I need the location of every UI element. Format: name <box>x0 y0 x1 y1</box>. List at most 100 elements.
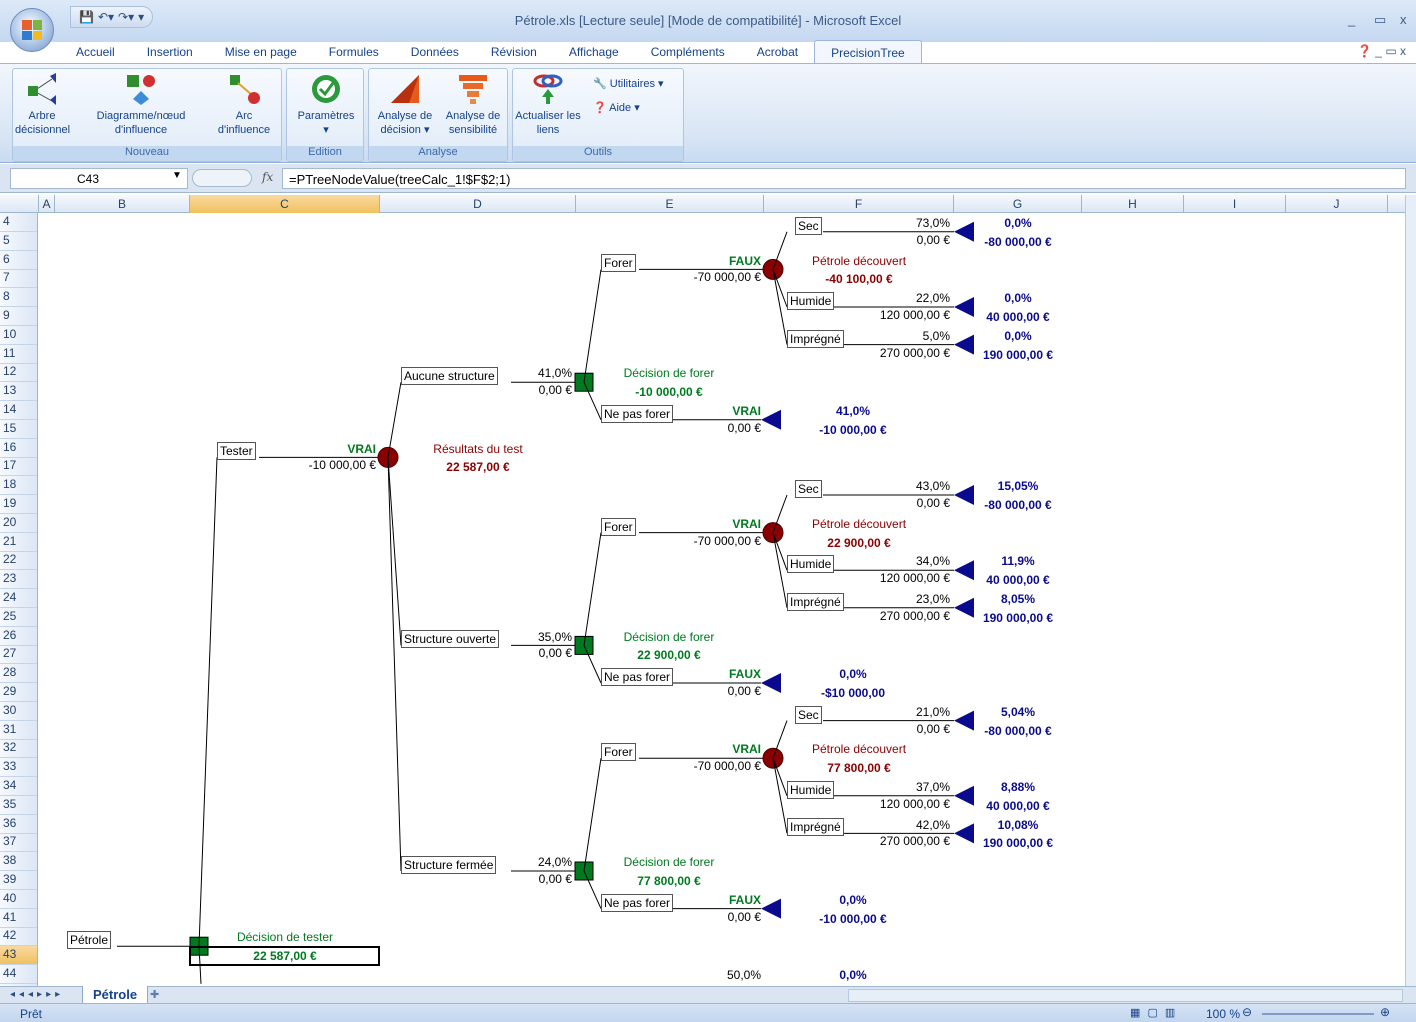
tab-complements[interactable]: Compléments <box>635 40 741 64</box>
row-header-35[interactable]: 35 <box>0 796 37 815</box>
row-header-8[interactable]: 8 <box>0 288 37 308</box>
diagramme-influence-button[interactable]: Diagramme/nœud d'influence <box>85 73 197 137</box>
aucune-structure-box[interactable]: Aucune structure <box>401 367 498 386</box>
aide-button[interactable]: ❓ Aide ▾ <box>593 101 640 114</box>
row-header-32[interactable]: 32 <box>0 739 37 759</box>
name-box[interactable]: C43 <box>10 168 188 189</box>
zoom-in-icon[interactable]: ⊕ <box>1380 1005 1390 1019</box>
zoom-slider[interactable] <box>1262 1013 1374 1015</box>
column-i[interactable]: I <box>1184 195 1286 213</box>
aucune-structure-forer-box[interactable]: Forer <box>601 254 636 273</box>
root-node-box[interactable]: Pétrole <box>67 931 112 950</box>
row-header-4[interactable]: 4 <box>0 213 37 232</box>
help-icon[interactable]: ❓ _ ▭ x <box>1357 44 1406 58</box>
structure-fermee-box[interactable]: Structure fermée <box>401 856 497 874</box>
analyse-decision-button[interactable]: Analyse de décision ▾ <box>371 73 439 137</box>
aucune-structure-sec-box[interactable]: Sec <box>795 216 822 235</box>
row-header-19[interactable]: 19 <box>0 495 37 514</box>
insert-function-icon[interactable]: fx <box>262 170 273 184</box>
column-d[interactable]: D <box>380 195 576 213</box>
structure-ouverte-sec-box[interactable]: Sec <box>795 480 822 498</box>
insert-sheet-icon[interactable]: ✚ <box>150 988 159 1001</box>
close-button[interactable]: x <box>1400 12 1407 27</box>
column-b[interactable]: B <box>55 195 190 213</box>
row-header-11[interactable]: 11 <box>0 345 37 364</box>
parametres-button[interactable]: Paramètres ▾ <box>291 73 361 137</box>
row-header-17[interactable]: 17 <box>0 457 37 477</box>
structure-fermee-impregne-box[interactable]: Imprégné <box>787 818 844 837</box>
sheet-nav-arrows-icon[interactable]: ◂◂◂▸▸▸ <box>10 989 64 1000</box>
row-header-39[interactable]: 39 <box>0 871 37 890</box>
row-header-12[interactable]: 12 <box>0 363 37 383</box>
tab-precisiontree[interactable]: PrecisionTree <box>814 40 922 64</box>
select-all-corner[interactable] <box>0 195 39 213</box>
zoom-level[interactable]: 100 % <box>1206 1007 1240 1021</box>
analyse-sensibilite-button[interactable]: Analyse de sensibilité <box>439 73 507 137</box>
structure-ouverte-impregne-box[interactable]: Imprégné <box>787 592 844 611</box>
column-e[interactable]: E <box>576 195 764 213</box>
row-header-13[interactable]: 13 <box>0 382 37 402</box>
structure-ouverte-nepasforer-box[interactable]: Ne pas forer <box>601 668 674 686</box>
utilitaires-button[interactable]: 🔧 Utilitaires ▾ <box>593 77 664 90</box>
row-header-16[interactable]: 16 <box>0 439 37 458</box>
vertical-scrollbar[interactable] <box>1405 195 1416 986</box>
tab-accueil[interactable]: Accueil <box>60 40 131 64</box>
row-header-40[interactable]: 40 <box>0 890 37 909</box>
sheet-tab-petrole[interactable]: Pétrole <box>82 986 149 1004</box>
minimize-button[interactable]: _ <box>1348 12 1355 27</box>
row-header-18[interactable]: 18 <box>0 476 37 496</box>
structure-fermee-humide-box[interactable]: Humide <box>787 780 835 799</box>
row-header-33[interactable]: 33 <box>0 758 37 778</box>
tab-formules[interactable]: Formules <box>313 40 395 64</box>
zoom-out-icon[interactable]: ⊖ <box>1242 1005 1252 1019</box>
row-header-41[interactable]: 41 <box>0 909 37 928</box>
structure-ouverte-humide-box[interactable]: Humide <box>787 555 835 574</box>
row-header-38[interactable]: 38 <box>0 852 37 872</box>
row-header-25[interactable]: 25 <box>0 608 37 627</box>
tab-donnees[interactable]: Données <box>395 40 475 64</box>
row-header-10[interactable]: 10 <box>0 326 37 345</box>
column-g[interactable]: G <box>954 195 1082 213</box>
tab-insertion[interactable]: Insertion <box>131 40 209 64</box>
structure-ouverte-forer-box[interactable]: Forer <box>601 517 636 536</box>
row-header-7[interactable]: 7 <box>0 269 37 289</box>
arbre-decisionnel-button[interactable]: Arbre décisionnel <box>15 73 70 137</box>
column-j[interactable]: J <box>1286 195 1388 213</box>
row-header-44[interactable]: 44 <box>0 965 37 984</box>
tab-mise-en-page[interactable]: Mise en page <box>209 40 313 64</box>
structure-fermee-forer-box[interactable]: Forer <box>601 743 636 762</box>
row-header-9[interactable]: 9 <box>0 307 37 326</box>
view-buttons-icon[interactable]: ▦ ▢ ▥ <box>1130 1006 1177 1019</box>
office-button[interactable] <box>10 8 54 52</box>
row-header-28[interactable]: 28 <box>0 664 37 684</box>
column-h[interactable]: H <box>1082 195 1184 213</box>
structure-ouverte-box[interactable]: Structure ouverte <box>401 630 500 649</box>
row-header-36[interactable]: 36 <box>0 815 37 834</box>
row-header-34[interactable]: 34 <box>0 777 37 796</box>
horizontal-scrollbar[interactable] <box>848 989 1403 1002</box>
row-header-26[interactable]: 26 <box>0 627 37 646</box>
row-header-30[interactable]: 30 <box>0 702 37 721</box>
row-header-21[interactable]: 21 <box>0 533 37 552</box>
column-c[interactable]: C <box>190 195 380 213</box>
tab-revision[interactable]: Révision <box>475 40 553 64</box>
row-header-23[interactable]: 23 <box>0 570 37 590</box>
row-header-42[interactable]: 42 <box>0 927 37 947</box>
arc-influence-button[interactable]: Arc d'influence <box>209 73 279 137</box>
row-header-29[interactable]: 29 <box>0 683 37 702</box>
chevron-down-icon[interactable]: ▼ <box>172 170 182 181</box>
column-f[interactable]: F <box>764 195 954 213</box>
row-header-22[interactable]: 22 <box>0 551 37 571</box>
formula-input[interactable]: =PTreeNodeValue(treeCalc_1!$F$2;1) <box>282 168 1406 189</box>
tab-acrobat[interactable]: Acrobat <box>741 40 814 64</box>
row-header-20[interactable]: 20 <box>0 514 37 533</box>
actualiser-liens-button[interactable]: Actualiser les liens <box>515 73 581 137</box>
aucune-structure-impregne-box[interactable]: Imprégné <box>787 329 844 348</box>
selected-cell-c43[interactable] <box>189 946 380 966</box>
row-header-14[interactable]: 14 <box>0 401 37 420</box>
maximize-button[interactable]: ▭ <box>1374 12 1386 28</box>
worksheet[interactable]: Pétrole Décision de tester 22 587,00 € Test… <box>39 213 1405 986</box>
aucune-structure-humide-box[interactable]: Humide <box>787 292 835 310</box>
tester-branch-box[interactable]: Tester <box>217 442 256 461</box>
row-header-43[interactable]: 43 <box>0 946 37 966</box>
